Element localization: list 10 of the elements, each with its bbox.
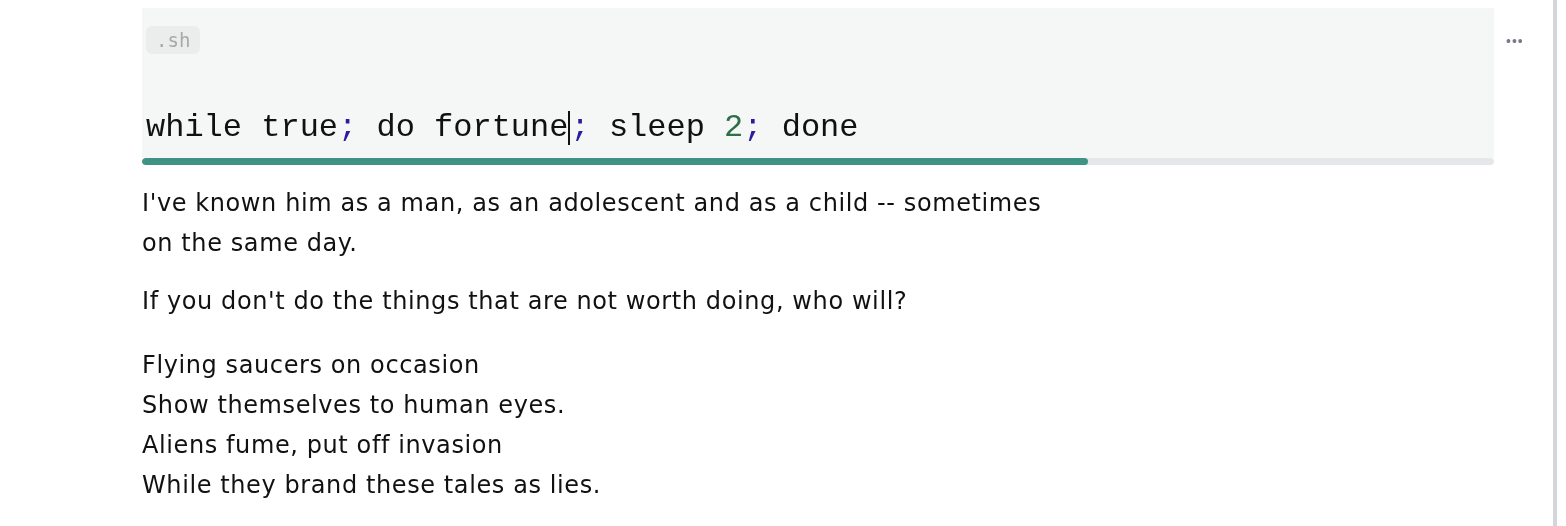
scrollbar[interactable] xyxy=(1553,0,1557,526)
more-options-button[interactable]: ••• xyxy=(1506,33,1524,49)
paragraph: I've known him as a man, as an adolescent and as a child -- sometimes on the same day. xyxy=(142,188,1043,259)
verse-line: Flying saucers on occasion xyxy=(142,350,481,381)
verse-line: Aliens fume, put off invasion xyxy=(142,430,504,461)
verse-line: While they brand these tales as lies. xyxy=(142,470,603,501)
paragraph: If you don't do the things that are not worth doing, who will? xyxy=(142,286,909,317)
language-badge: .sh xyxy=(146,26,201,54)
verse-line: Show themselves to human eyes. xyxy=(142,390,567,421)
code-line[interactable]: while true; do fortune; sleep 2; done xyxy=(146,110,859,146)
